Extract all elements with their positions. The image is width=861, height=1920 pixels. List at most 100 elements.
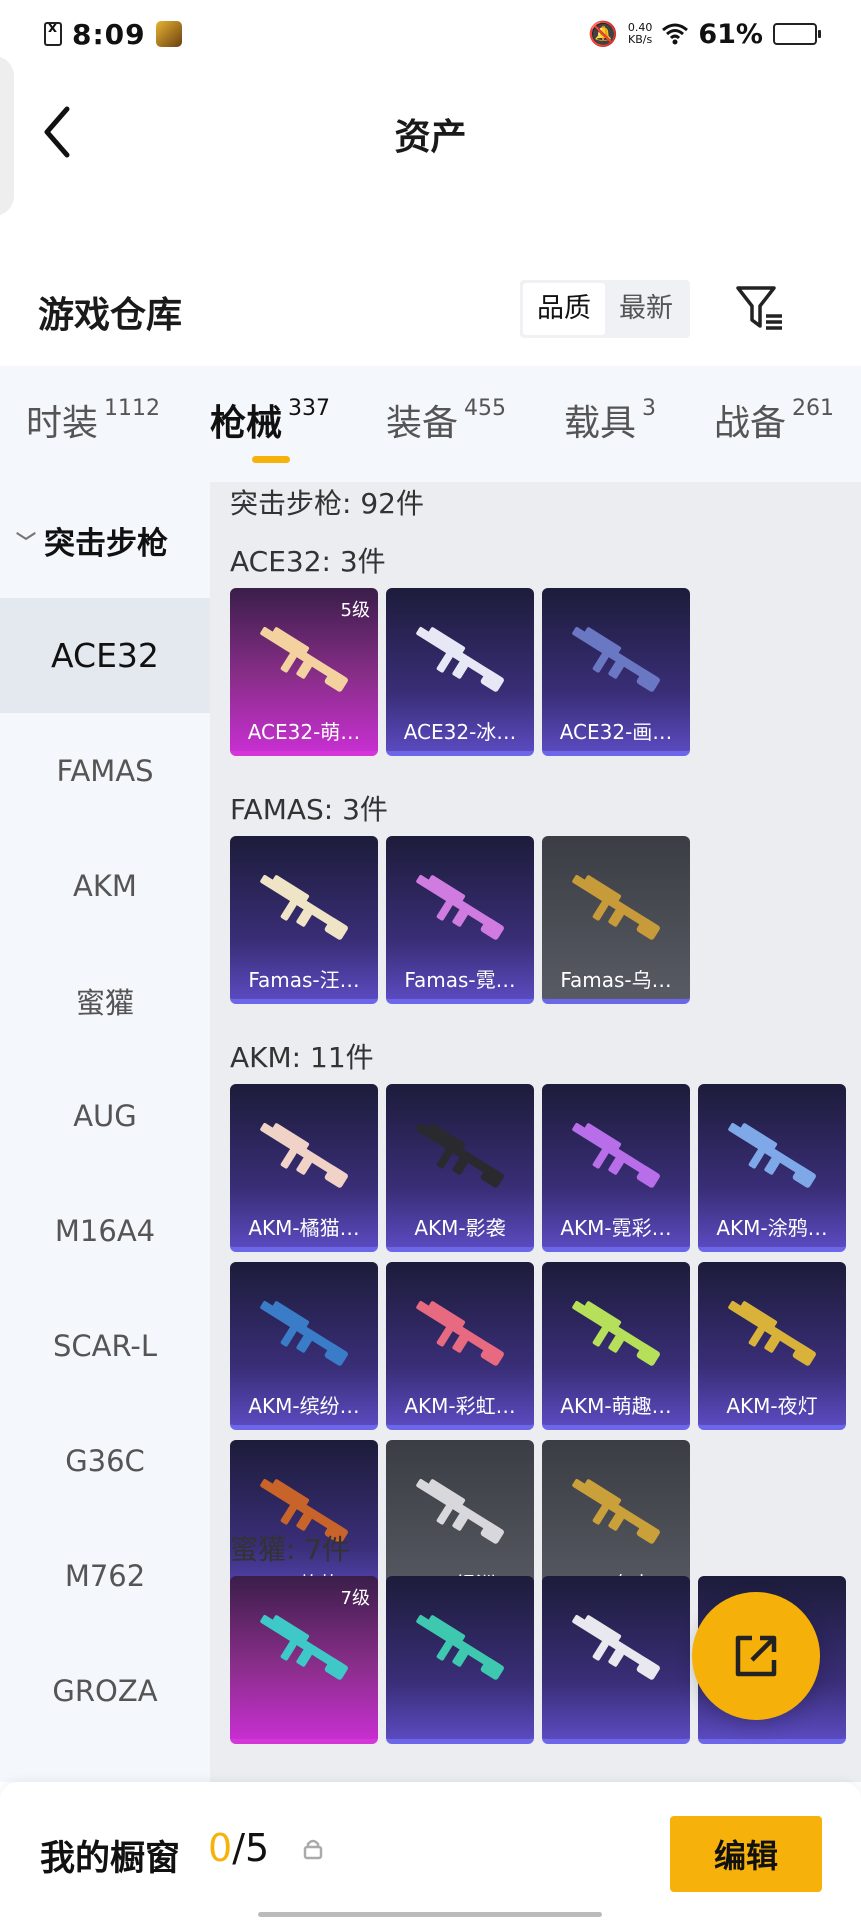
tab-count: 1112 [104, 396, 161, 421]
net-speed-unit: KB/s [628, 33, 653, 46]
sidebar-item-scar-l[interactable]: SCAR-L [0, 1288, 210, 1403]
page: 8:09 🔕 0.40 KB/s 61% 资产 [0, 0, 861, 1920]
rifle-icon [572, 1123, 660, 1188]
card-name: AKM-涂鸦… [716, 1216, 828, 1240]
rifle-icon [416, 1615, 504, 1680]
sidebar-item-akm[interactable]: AKM [0, 828, 210, 943]
weapon-card[interactable]: ACE32-冰… [386, 588, 534, 756]
battery-icon [773, 23, 821, 45]
tab-label: 装备 [386, 403, 459, 444]
sort-quality-button[interactable]: 品质 [523, 283, 605, 335]
weapon-card[interactable]: Famas-霓… [386, 836, 534, 1004]
rifle-icon [260, 1123, 348, 1188]
rifle-icon [572, 627, 660, 692]
rifle-icon [416, 875, 504, 940]
tab-label: 载具 [564, 403, 637, 444]
rifle-icon [416, 1301, 504, 1366]
sort-toggle: 品质 最新 [520, 280, 690, 338]
wifi-icon [662, 23, 689, 45]
card-name: Famas-汪… [248, 968, 360, 992]
card-name: AKM-影袭 [414, 1216, 506, 1240]
sidebar-item-g36c[interactable]: G36C [0, 1403, 210, 1518]
card-name: AKM-缤纷… [248, 1394, 360, 1418]
showcase-count: 0/5 [208, 1826, 269, 1870]
tab-supplies[interactable]: 战备 261 [714, 394, 834, 446]
warehouse-bar: 游戏仓库 品质 最新 [0, 270, 861, 352]
weapon-card[interactable]: AKM-橘猫… [230, 1084, 378, 1252]
weapon-card[interactable]: Famas-乌… [542, 836, 690, 1004]
category-tabs: 时装 1112 枪械 337 装备 455 载具 3 战备 261 [0, 366, 861, 482]
status-bar: 8:09 🔕 0.40 KB/s 61% [0, 0, 861, 68]
card-name: AKM-霓彩… [560, 1216, 672, 1240]
weapon-card[interactable] [386, 1576, 534, 1744]
share-fab[interactable] [692, 1592, 820, 1720]
weapon-card[interactable]: AKM-影袭 [386, 1084, 534, 1252]
rifle-icon [572, 1615, 660, 1680]
sidebar-group-label: 突击步枪 [44, 525, 168, 562]
rifle-icon [728, 1301, 816, 1366]
showcase-count-total: /5 [232, 1826, 270, 1870]
rifle-icon [416, 1479, 504, 1544]
section-title: FAMAS: 3件 [230, 793, 388, 826]
rifle-icon [572, 875, 660, 940]
sidebar-item-famas[interactable]: FAMAS [0, 713, 210, 828]
weapon-card[interactable]: 7级 [230, 1576, 378, 1744]
tab-label: 枪械 [210, 403, 283, 444]
card-name: AKM-夜灯 [726, 1394, 818, 1418]
sidebar-item-aug[interactable]: AUG [0, 1058, 210, 1173]
sidebar-item-ace32[interactable]: ACE32 [0, 598, 210, 713]
game-app-icon [155, 21, 182, 47]
tab-gear[interactable]: 装备 455 [386, 394, 506, 446]
sidebar-group-assault-rifles[interactable]: ﹀ 突击步枪 [0, 482, 210, 598]
weapon-card[interactable] [542, 1576, 690, 1744]
filter-icon[interactable] [734, 282, 786, 334]
card-name: AKM-橘猫… [248, 1216, 360, 1240]
weapon-grid[interactable]: 突击步枪: 92件 ACE32: 3件 5级 ACE32-萌… ACE32-冰… ACE… [210, 482, 861, 1782]
showcase-bar: 我的橱窗 0/5 编辑 [0, 1782, 861, 1920]
rifle-icon [260, 1615, 348, 1680]
rifle-icon [728, 1123, 816, 1188]
sort-newest-button[interactable]: 最新 [605, 283, 687, 335]
sidebar-item-m16a4[interactable]: M16A4 [0, 1173, 210, 1288]
mute-bell-icon: 🔕 [587, 20, 618, 48]
active-tab-indicator [252, 456, 290, 463]
chevron-down-icon: ﹀ [16, 529, 36, 554]
weapon-card[interactable]: AKM-彩虹… [386, 1262, 534, 1430]
category-header: 突击步枪: 92件 [230, 487, 424, 520]
weapon-card[interactable]: 5级 ACE32-萌… [230, 588, 378, 756]
weapon-card[interactable]: AKM-萌趣… [542, 1262, 690, 1430]
clock: 8:09 [72, 17, 146, 51]
section-title: AKM: 11件 [230, 1041, 374, 1074]
card-name: ACE32-冰… [403, 720, 517, 744]
weapon-card[interactable]: AKM-夜灯 [698, 1262, 846, 1430]
card-name: AKM-萌趣… [560, 1394, 672, 1418]
showcase-title: 我的橱窗 [40, 1839, 181, 1879]
weapon-card[interactable]: AKM-缤纷… [230, 1262, 378, 1430]
tab-vehicles[interactable]: 载具 3 [564, 394, 656, 446]
card-level: 7级 [340, 1588, 370, 1609]
tab-firearms[interactable]: 枪械 337 [210, 394, 330, 446]
weapon-card[interactable]: Famas-汪… [230, 836, 378, 1004]
weapon-card[interactable]: AKM-霓彩… [542, 1084, 690, 1252]
sidebar-item-honey-badger[interactable]: 蜜獾 [0, 943, 210, 1058]
weapon-card[interactable]: ACE32-画… [542, 588, 690, 756]
sidebar-item-groza[interactable]: GROZA [0, 1633, 210, 1748]
no-sim-icon [44, 20, 62, 46]
home-indicator [258, 1912, 602, 1917]
rifle-icon [260, 1301, 348, 1366]
network-speed: 0.40 KB/s [628, 22, 653, 46]
weapon-sidebar: ﹀ 突击步枪 ACE32 FAMAS AKM 蜜獾 AUG M16A4 SCAR… [0, 482, 210, 1782]
sidebar-item-m762[interactable]: M762 [0, 1518, 210, 1633]
card-name: ACE32-画… [559, 720, 673, 744]
showcase-count-current: 0 [208, 1826, 233, 1870]
tab-skins[interactable]: 时装 1112 [26, 394, 160, 446]
card-name: Famas-霓… [404, 968, 516, 992]
weapon-card[interactable]: AKM-涂鸦… [698, 1084, 846, 1252]
edit-button[interactable]: 编辑 [670, 1816, 822, 1892]
external-link-icon [735, 1635, 777, 1677]
tab-count: 3 [642, 396, 657, 421]
tab-count: 337 [288, 396, 331, 421]
rifle-icon [572, 1301, 660, 1366]
card-level: 5级 [340, 600, 370, 621]
tab-count: 455 [464, 396, 507, 421]
